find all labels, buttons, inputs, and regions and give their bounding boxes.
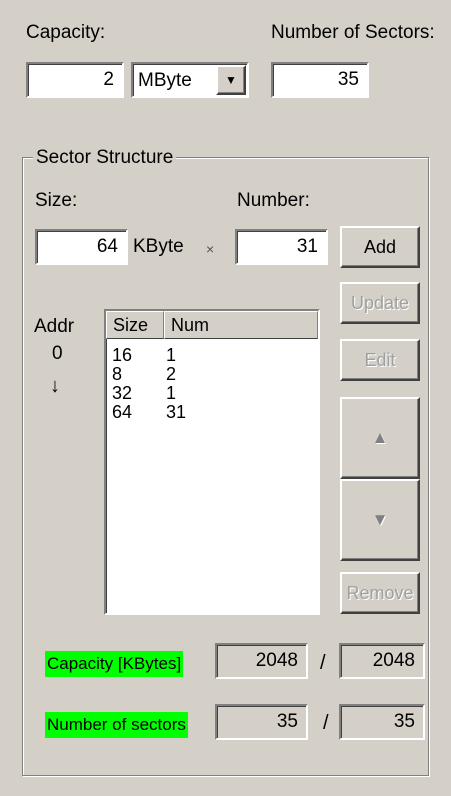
- chevron-down-icon: ▼: [225, 73, 237, 87]
- number-value: 31: [296, 236, 318, 257]
- list-item-num: 31: [166, 402, 187, 422]
- add-button[interactable]: Add: [340, 226, 420, 268]
- capacity-kbytes-label: Capacity [KBytes]: [45, 651, 184, 677]
- multiply-icon: ×: [206, 241, 215, 257]
- flash-config-panel: { "capacity": { "label": "Capacity:", "v…: [0, 0, 451, 796]
- dropdown-arrow-button[interactable]: ▼: [216, 65, 246, 95]
- list-item-num: 1: [166, 345, 177, 365]
- edit-button[interactable]: Edit: [340, 339, 420, 381]
- capacity-used-field: 2048: [215, 643, 308, 679]
- number-of-sectors-summary-label: Number of sectors: [45, 712, 188, 738]
- number-input[interactable]: 31: [235, 229, 328, 265]
- size-input[interactable]: 64: [35, 229, 128, 265]
- sector-structure-title: Sector Structure: [33, 147, 177, 169]
- list-item-size: 64: [112, 402, 133, 422]
- capacity-unit-value: MByte: [138, 70, 192, 91]
- sectors-used-field: 35: [215, 704, 308, 740]
- number-of-sectors-value: 35: [337, 69, 359, 90]
- capacity-unit-select[interactable]: MByte ▼: [131, 62, 249, 98]
- remove-button[interactable]: Remove: [340, 572, 420, 614]
- move-down-button[interactable]: ▼: [340, 479, 420, 561]
- size-label: Size:: [35, 190, 78, 211]
- capacity-value: 2: [103, 69, 114, 90]
- list-header-size[interactable]: Size: [106, 311, 164, 339]
- sector-list[interactable]: Size Num 16 1 8 2 32 1 64 31: [104, 309, 320, 615]
- capacity-used-value: 2048: [255, 650, 298, 671]
- size-unit-label: KByte: [133, 236, 184, 257]
- list-header-num[interactable]: Num: [164, 311, 318, 339]
- list-item-size: 8: [112, 364, 123, 384]
- arrow-down-address-icon: ↓: [50, 375, 60, 397]
- sectors-total-field: 35: [339, 704, 425, 740]
- addr-label: Addr: [34, 316, 75, 337]
- sectors-used-value: 35: [276, 711, 298, 732]
- arrow-up-icon: ▲: [371, 428, 389, 447]
- move-up-button[interactable]: ▲: [340, 397, 420, 479]
- capacity-total-field: 2048: [339, 643, 425, 679]
- capacity-input[interactable]: 2: [26, 62, 124, 98]
- list-item-size: 16: [112, 345, 133, 365]
- list-item-num: 1: [166, 383, 177, 403]
- list-item-size: 32: [112, 383, 133, 403]
- size-value: 64: [96, 236, 118, 257]
- sectors-separator: /: [323, 712, 329, 734]
- capacity-total-value: 2048: [372, 650, 415, 671]
- capacity-label: Capacity:: [26, 22, 106, 43]
- arrow-down-icon: ▼: [371, 510, 389, 529]
- sectors-total-value: 35: [393, 711, 415, 732]
- number-label: Number:: [237, 190, 310, 211]
- capacity-separator: /: [320, 652, 326, 674]
- number-of-sectors-input[interactable]: 35: [271, 62, 369, 98]
- update-button[interactable]: Update: [340, 282, 420, 324]
- number-of-sectors-label: Number of Sectors:: [271, 22, 435, 43]
- list-item-num: 2: [166, 364, 177, 384]
- addr-value: 0: [52, 343, 63, 364]
